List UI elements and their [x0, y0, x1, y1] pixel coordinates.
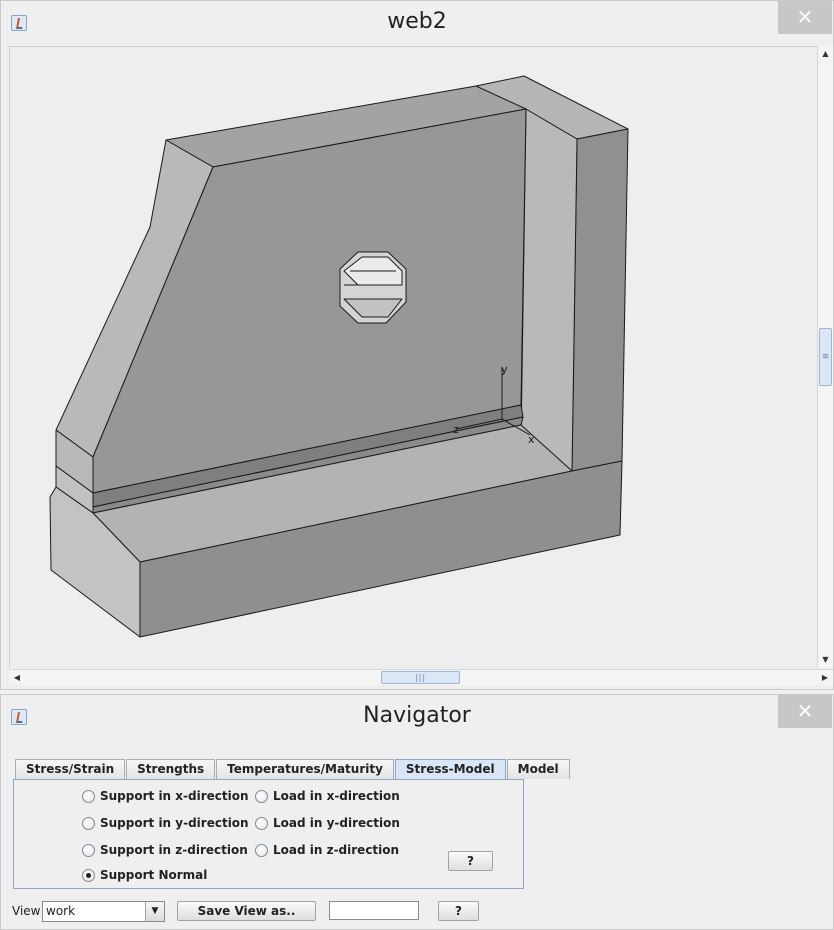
axis-z-label: z — [453, 423, 459, 436]
radio-label: Support Normal — [100, 868, 208, 882]
view-name-input[interactable] — [329, 901, 419, 920]
tab-bar: Stress/Strain Strengths Temperatures/Mat… — [15, 759, 571, 780]
scroll-up-icon[interactable]: ▲ — [818, 46, 833, 62]
view-label: View — [12, 904, 41, 918]
radio-button-icon[interactable] — [82, 816, 95, 830]
axis-x-label: x — [528, 433, 535, 446]
axis-y-label: y — [501, 363, 508, 376]
horizontal-scrollbar[interactable]: ◀ ||| ▶ — [9, 669, 833, 685]
tab-temperatures-maturity[interactable]: Temperatures/Maturity — [216, 759, 394, 779]
radio-button-icon[interactable] — [255, 816, 268, 830]
view-select[interactable]: work ▼ — [42, 901, 165, 922]
tab-model[interactable]: Model — [506, 759, 570, 779]
save-view-as-button[interactable]: Save View as.. — [177, 901, 316, 921]
model-window-titlebar[interactable]: web2 ✕ — [1, 1, 833, 45]
horizontal-scroll-thumb[interactable]: ||| — [381, 671, 460, 684]
vertical-scrollbar[interactable]: ▲ ≡ ▼ — [817, 46, 833, 668]
model-window-title: web2 — [387, 9, 447, 34]
radio-button-icon[interactable] — [255, 843, 268, 857]
model-window: web2 ✕ y z x ▲ ≡ ▼ ◀ ||| ▶ — [0, 0, 834, 690]
radio-support-x[interactable]: Support in x-direction — [82, 789, 249, 803]
radio-button-icon[interactable] — [255, 789, 268, 803]
close-icon: ✕ — [796, 699, 814, 723]
radio-label: Support in x-direction — [100, 789, 249, 803]
radio-label: Support in y-direction — [100, 816, 249, 830]
scroll-left-icon[interactable]: ◀ — [9, 670, 25, 685]
navigator-title: Navigator — [363, 703, 471, 728]
radio-support-normal[interactable]: Support Normal — [82, 868, 207, 882]
radio-label: Load in y-direction — [273, 816, 400, 830]
radio-label: Support in z-direction — [100, 843, 248, 857]
model-viewport[interactable]: y z x — [9, 46, 817, 668]
close-button[interactable]: ✕ — [778, 1, 832, 34]
radio-button-icon[interactable] — [82, 843, 95, 857]
radio-load-x[interactable]: Load in x-direction — [255, 789, 400, 803]
grip-icon: ≡ — [821, 352, 830, 362]
radio-load-z[interactable]: Load in z-direction — [255, 843, 399, 857]
radio-button-icon[interactable] — [82, 789, 95, 803]
view-select-value: work — [46, 904, 76, 918]
radio-support-z[interactable]: Support in z-direction — [82, 843, 248, 857]
radio-button-selected-icon[interactable] — [82, 868, 95, 882]
tab-strengths[interactable]: Strengths — [126, 759, 216, 779]
radio-load-y[interactable]: Load in y-direction — [255, 816, 400, 830]
tab-stress-model[interactable]: Stress-Model — [394, 759, 506, 780]
stress-model-help-button[interactable]: ? — [448, 851, 493, 871]
radio-label: Load in z-direction — [273, 843, 400, 857]
radio-support-y[interactable]: Support in y-direction — [82, 816, 249, 830]
navigator-titlebar[interactable]: Navigator ✕ — [1, 695, 833, 739]
right-block-left — [520, 108, 578, 472]
footer-help-button[interactable]: ? — [438, 901, 479, 921]
model-3d-render[interactable]: y z x — [10, 47, 818, 669]
close-icon: ✕ — [796, 5, 814, 29]
vertical-scroll-thumb[interactable]: ≡ — [819, 328, 832, 386]
scroll-down-icon[interactable]: ▼ — [818, 652, 833, 668]
radio-label: Load in x-direction — [273, 789, 400, 803]
navigator-window: Navigator ✕ Stress/Strain Strengths Temp… — [0, 694, 834, 930]
tab-stress-strain[interactable]: Stress/Strain — [15, 759, 126, 779]
stress-model-panel: Support in x-direction Support in y-dire… — [13, 779, 524, 889]
right-block-front — [571, 128, 629, 472]
navigator-body: Stress/Strain Strengths Temperatures/Mat… — [9, 739, 834, 929]
chevron-down-icon[interactable]: ▼ — [145, 902, 164, 921]
close-button[interactable]: ✕ — [778, 695, 832, 728]
scroll-right-icon[interactable]: ▶ — [817, 670, 833, 685]
grip-icon: ||| — [414, 672, 427, 682]
